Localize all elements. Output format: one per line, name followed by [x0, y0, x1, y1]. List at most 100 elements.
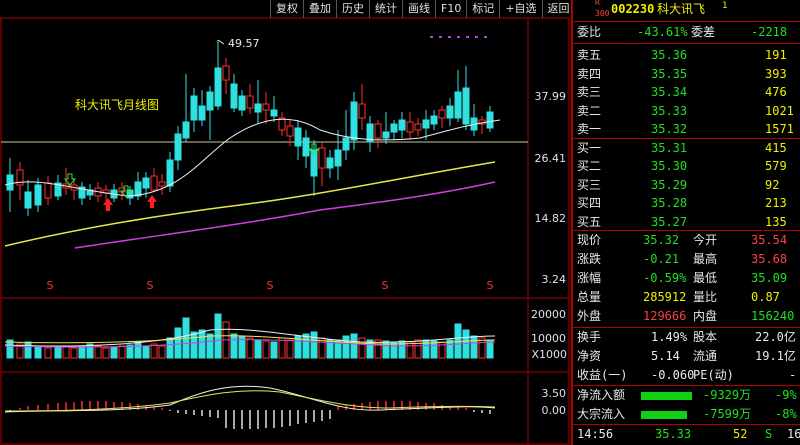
stat-row: 现价 35.32 今开 35.54: [575, 231, 800, 250]
buy-arrow-icon: [147, 195, 157, 208]
sell-row: 卖五 35.36 191: [575, 46, 800, 65]
volume-bar: [470, 335, 478, 359]
sell-price: 35.33: [651, 103, 688, 118]
stock-code: 002230: [611, 2, 655, 16]
tick-volume: 52: [733, 427, 748, 441]
candle-body: [446, 105, 454, 119]
candle-body: [214, 67, 222, 107]
toolbar-button-2[interactable]: 历史: [336, 0, 369, 18]
volume-bar: [54, 345, 62, 359]
stat-value: -0.21: [643, 252, 680, 266]
stat-label: 今开: [693, 233, 718, 247]
volume-bar: [166, 337, 174, 359]
volume-bar: [430, 340, 438, 359]
toolbar-button-4[interactable]: 画线: [402, 0, 435, 18]
quote-panel: R 300 002230 科大讯飞 1 委比 -43.61% 委差 -2218 …: [571, 0, 800, 445]
stat-value: 35.32: [643, 233, 680, 247]
tick-row: 14:56 35.33 52 S 16: [575, 425, 800, 444]
sell-label: 卖三: [577, 85, 602, 100]
buy-volume: 135: [765, 214, 787, 229]
stat-row: 总量 285912 量比 0.87: [575, 288, 800, 307]
volume-bar: [342, 335, 350, 359]
sell-row: 卖四 35.35 393: [575, 65, 800, 84]
volume-bar: [230, 333, 238, 359]
candle-body: [326, 157, 334, 169]
candle-body: [406, 121, 414, 133]
toolbar-button-1[interactable]: 叠加: [303, 0, 336, 18]
volume-axis-label: 10000: [531, 332, 566, 345]
market-code: 300: [595, 9, 610, 18]
candle-body: [134, 181, 142, 197]
weicha-label: 委差: [691, 25, 716, 39]
indicator-dot: [448, 36, 451, 38]
toolbar-button-6[interactable]: 标记: [466, 0, 499, 18]
price-axis-label: 37.99: [535, 90, 567, 103]
ma-line-medium: [4, 161, 496, 247]
stat-value: 35.68: [751, 252, 788, 266]
chart-toolbar: 复权 叠加 历史 统计 画线 F10 标记 +自选 返回: [270, 0, 575, 18]
sell-label: 卖五: [577, 48, 602, 62]
tick-count: 16: [787, 427, 800, 441]
stat-label: 现价: [577, 233, 602, 247]
toolbar-button-5[interactable]: F10: [435, 0, 466, 18]
shouyi-row: 收益(一) -0.060 PE(动) -: [575, 366, 800, 385]
candle-body: [270, 109, 278, 117]
flow-label: 净流入额: [577, 388, 626, 402]
volume-bar: [70, 347, 78, 359]
candle-body: [150, 175, 158, 191]
sell-volume: 476: [765, 85, 787, 100]
chart-area[interactable]: 37.99 26.41 14.82 3.24 20000 10000 X1000 3.50 0.…: [0, 0, 571, 445]
stat-value: 0.87: [751, 290, 780, 304]
candle-body: [422, 119, 430, 129]
shouyi-label: 收益(一): [577, 368, 628, 382]
volume-bar: [94, 345, 102, 359]
sell-signal-s: S: [382, 279, 389, 292]
stat-row: 涨幅 -0.59% 最低 35.09: [575, 269, 800, 288]
stat-label: 最高: [693, 252, 718, 266]
toolbar-button-0[interactable]: 复权: [270, 0, 303, 18]
candle-body: [374, 123, 382, 139]
volume-bar: [62, 346, 70, 359]
shouyi-value: -0.060: [651, 368, 695, 382]
sell-volume: 1021: [765, 103, 794, 118]
volume-bar: [350, 333, 358, 359]
volume-axis-label: X1000: [531, 348, 567, 361]
volume-bar: [406, 341, 414, 359]
candle-body: [430, 115, 438, 125]
volume-bar: [78, 345, 86, 359]
indicator-dot: [430, 36, 433, 38]
candle-body: [414, 123, 422, 131]
volume-bar: [254, 339, 262, 359]
candle-body: [230, 83, 238, 109]
chart-frame: [0, 17, 570, 445]
candle-body: [454, 91, 462, 119]
sell-signal-s: S: [267, 279, 274, 292]
tick-direction: S: [765, 427, 773, 441]
buy-label: 买二: [577, 159, 602, 174]
toolbar-button-8[interactable]: 返回: [541, 0, 575, 18]
stat-label: 外盘: [577, 309, 602, 323]
stat-value: 35.54: [751, 233, 788, 247]
stat-label: 内盘: [693, 309, 718, 323]
flow-value: -7599万: [703, 407, 752, 421]
pe-label: PE(动): [693, 368, 734, 382]
flow-value: -9329万: [703, 388, 752, 402]
toolbar-button-3[interactable]: 统计: [369, 0, 402, 18]
sell-volume: 393: [765, 66, 787, 81]
flow-pct: -9%: [775, 388, 797, 402]
buy-label: 买五: [577, 214, 602, 229]
stat-label: 涨幅: [577, 271, 602, 285]
high-arrow: [217, 39, 225, 45]
stat2-label: 流通: [693, 349, 718, 363]
stat-value: 156240: [751, 309, 795, 323]
toolbar-button-7[interactable]: +自选: [499, 0, 541, 18]
buy-price: 35.29: [651, 177, 688, 192]
flow-bar: [641, 392, 692, 400]
volume-bar: [44, 347, 52, 359]
volume-bar: [102, 347, 110, 359]
volume-bar: [134, 341, 142, 359]
buy-volume: 415: [765, 141, 787, 155]
price-axis-label: 14.82: [535, 212, 567, 225]
candle-body: [486, 111, 494, 129]
macd-axis-label: 3.50: [542, 387, 567, 400]
